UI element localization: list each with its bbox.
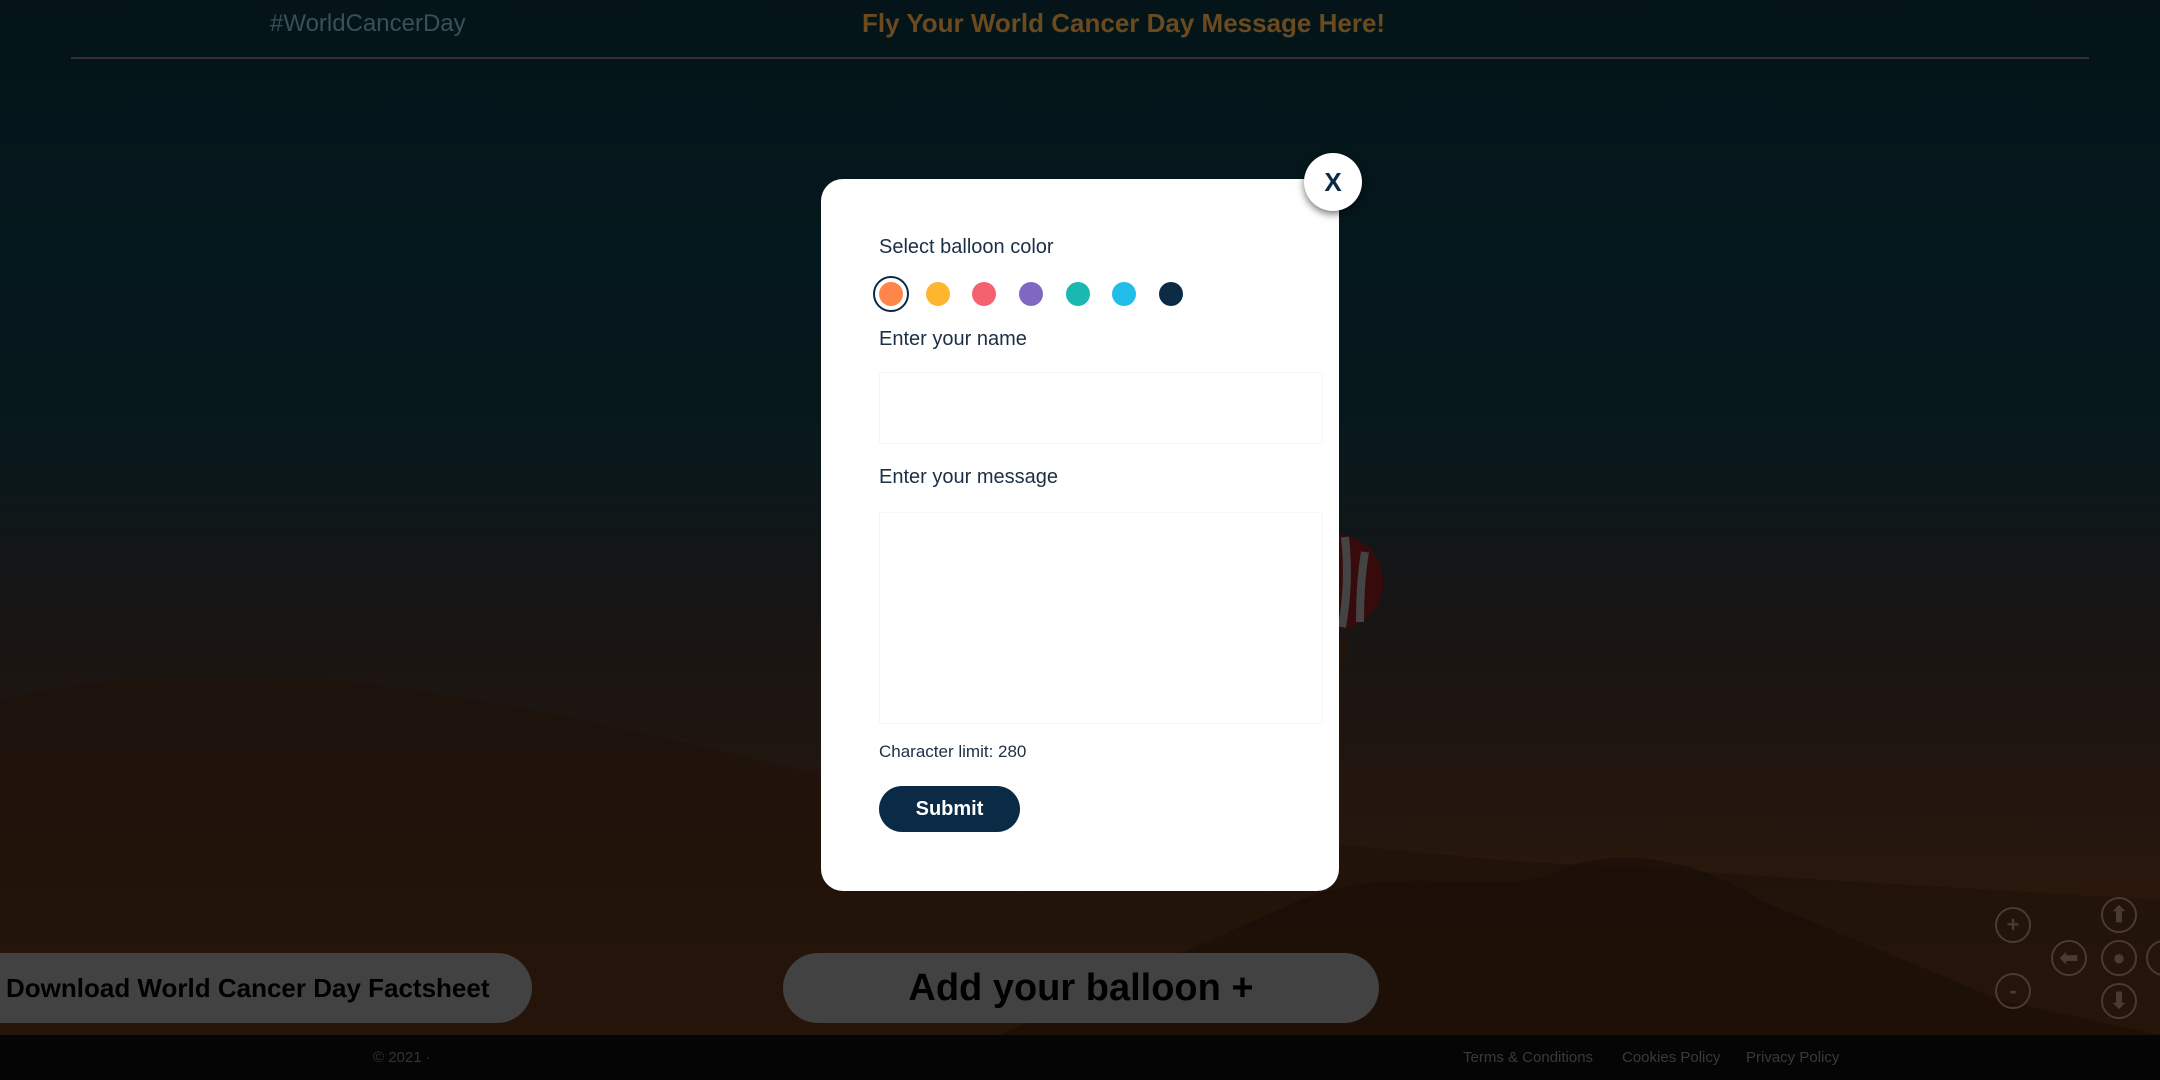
color-swatch-yellow[interactable] xyxy=(926,282,950,306)
arrow-up-icon: ⬆ xyxy=(2109,902,2129,927)
copyright-text: © 2021 · xyxy=(373,1049,431,1066)
name-input[interactable] xyxy=(879,372,1323,444)
message-label: Enter your message xyxy=(879,466,1058,488)
page-title: Fly Your World Cancer Day Message Here! xyxy=(862,8,1386,38)
color-swatch-navy[interactable] xyxy=(1159,282,1183,306)
pan-up-button[interactable]: ⬆ xyxy=(2101,897,2137,933)
center-icon: ● xyxy=(2112,945,2126,970)
header-divider xyxy=(71,57,2089,59)
message-textarea[interactable] xyxy=(879,512,1323,724)
submit-button[interactable]: Submit xyxy=(879,786,1020,832)
pan-center-button[interactable]: ● xyxy=(2101,940,2137,976)
pan-left-button[interactable]: ⬅ xyxy=(2051,940,2087,976)
name-label: Enter your name xyxy=(879,328,1027,350)
color-swatch-purple[interactable] xyxy=(1019,282,1043,306)
color-swatch-pink[interactable] xyxy=(972,282,996,306)
character-limit-text: Character limit: 280 xyxy=(879,742,1027,761)
close-icon: X xyxy=(1324,166,1342,197)
color-swatch-teal[interactable] xyxy=(1066,282,1090,306)
zoom-out-button[interactable]: - xyxy=(1995,973,2031,1009)
download-factsheet-button[interactable]: Download World Cancer Day Factsheet xyxy=(0,953,532,1023)
color-swatch-orange[interactable] xyxy=(879,282,903,306)
balloon-color-label: Select balloon color xyxy=(879,236,1054,258)
color-swatch-sky-blue[interactable] xyxy=(1112,282,1136,306)
arrow-left-icon: ⬅ xyxy=(2059,945,2079,970)
hashtag-label: #WorldCancerDay xyxy=(270,10,466,37)
plus-icon: + xyxy=(2006,912,2020,937)
cookies-policy-link[interactable]: Cookies Policy xyxy=(1622,1049,1720,1066)
pan-down-button[interactable]: ⬇ xyxy=(2101,983,2137,1019)
add-balloon-button[interactable]: Add your balloon + xyxy=(783,953,1379,1023)
arrow-down-icon: ⬇ xyxy=(2109,988,2129,1013)
zoom-in-button[interactable]: + xyxy=(1995,907,2031,943)
minus-icon: - xyxy=(2009,978,2017,1003)
privacy-policy-link[interactable]: Privacy Policy xyxy=(1746,1049,1839,1066)
terms-link[interactable]: Terms & Conditions xyxy=(1463,1049,1593,1066)
close-modal-button[interactable]: X xyxy=(1304,153,1362,211)
